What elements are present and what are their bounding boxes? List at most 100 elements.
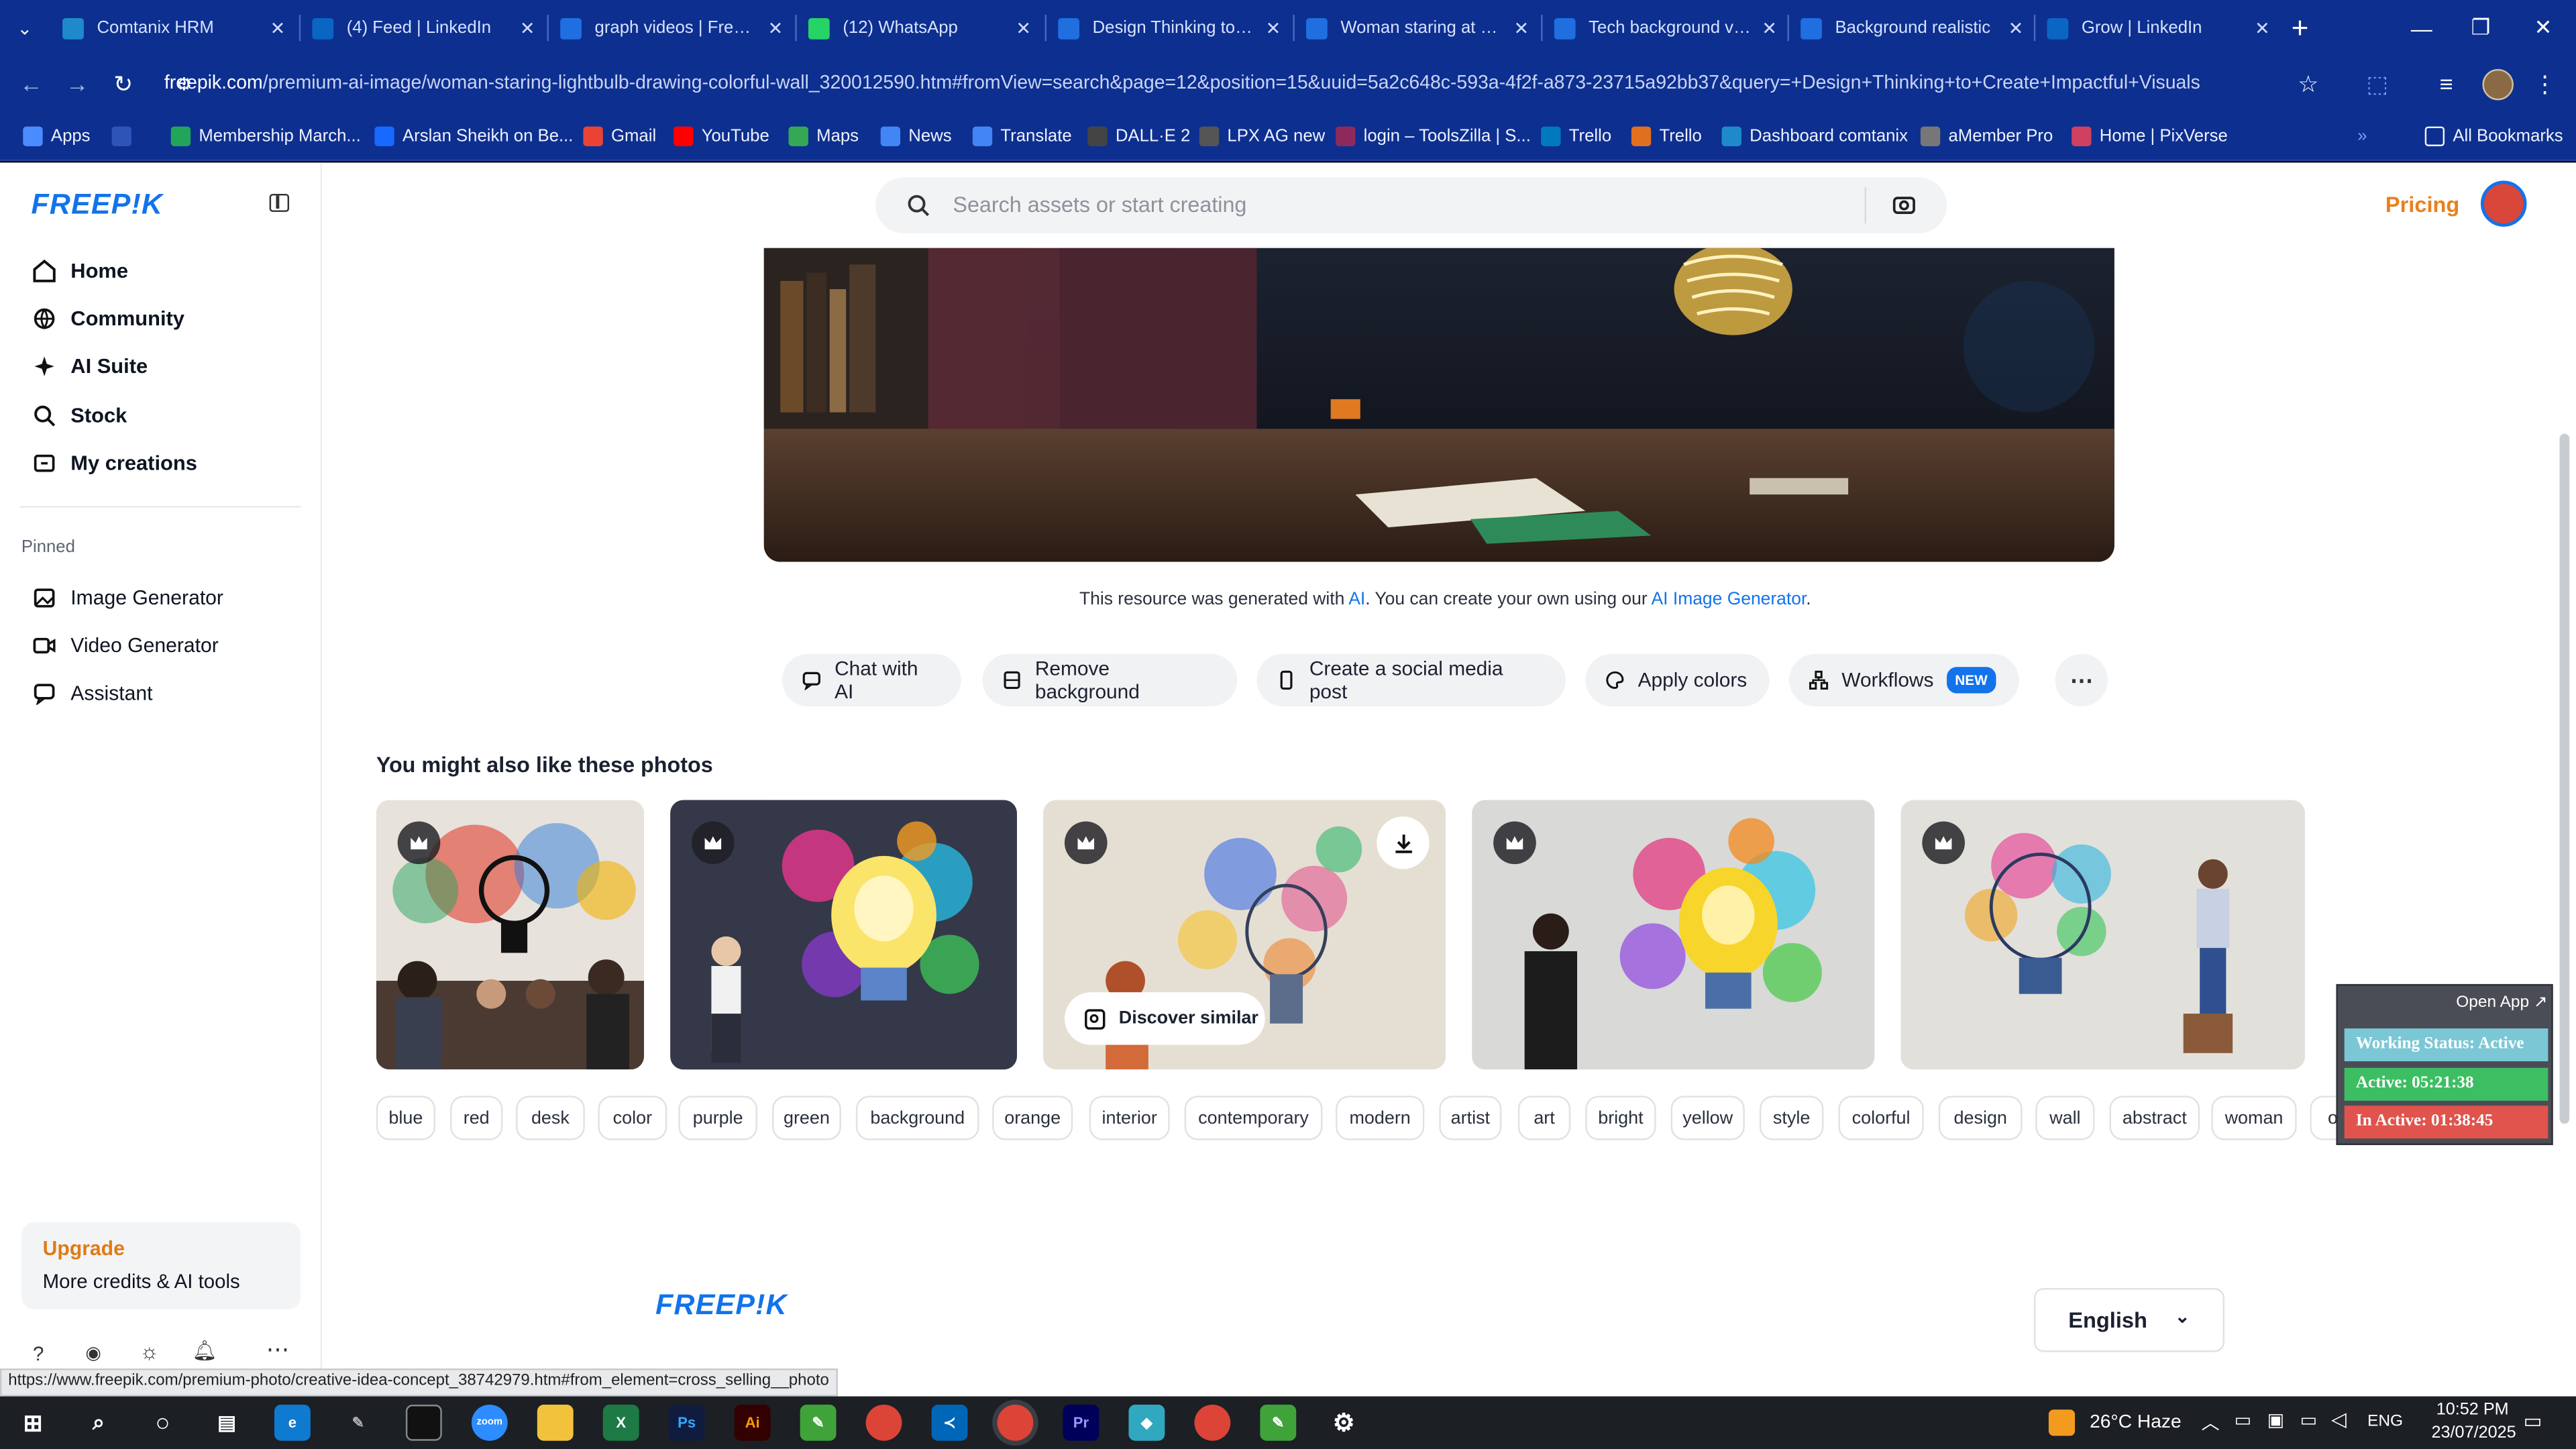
photoshop-icon[interactable]: Ps <box>668 1404 705 1441</box>
collapse-sidebar-icon[interactable] <box>269 193 290 212</box>
bookmark-3[interactable]: Arslan Sheikh on Be... <box>374 123 573 150</box>
bookmark-13[interactable]: Trello <box>1631 123 1702 150</box>
bookmark-1[interactable]: Apps <box>23 123 91 150</box>
extensions-icon[interactable]: ⬚ <box>2363 69 2392 99</box>
notification-icon[interactable]: 🔔︎ <box>193 1339 217 1362</box>
discord-icon[interactable]: ◉ <box>85 1342 101 1363</box>
tag-chip[interactable]: art <box>1517 1095 1571 1140</box>
bookmark-10[interactable]: LPX AG new <box>1199 123 1325 150</box>
app-green-icon[interactable]: ✎ <box>800 1404 837 1441</box>
premiere-icon[interactable]: Pr <box>1063 1404 1099 1441</box>
related-photo-2[interactable] <box>670 800 1017 1070</box>
tab-list-chevron-icon[interactable]: ⌄ <box>10 13 40 43</box>
all-bookmarks[interactable]: All Bookmarks <box>2424 123 2563 150</box>
tab-9[interactable]: Grow | LinkedIn ✕ <box>2047 0 2273 56</box>
tag-chip[interactable]: desk <box>515 1095 585 1140</box>
tray-chevron-icon[interactable]: ︿ <box>2202 1409 2220 1436</box>
help-icon[interactable]: ? <box>33 1342 44 1365</box>
media-control-icon[interactable]: ≡ <box>2431 69 2461 99</box>
tab-1[interactable]: Comtanix HRM ✕ <box>62 0 289 56</box>
tag-chip[interactable]: color <box>598 1095 667 1140</box>
close-tab-icon[interactable]: ✕ <box>2004 17 2027 38</box>
app-green-2-icon[interactable]: ✎ <box>1260 1404 1297 1441</box>
bookmark-12[interactable]: Trello <box>1541 123 1611 150</box>
pen-icon[interactable]: ✎ <box>340 1405 376 1441</box>
user-avatar[interactable] <box>2480 180 2527 227</box>
tag-chip[interactable]: background <box>855 1095 979 1140</box>
search-input[interactable]: Search assets or start creating <box>953 193 1246 217</box>
tab-3[interactable]: graph videos | Freepik ✕ <box>560 0 787 56</box>
bookmark-11[interactable]: login – ToolsZilla | S... <box>1336 123 1531 150</box>
chrome-icon[interactable] <box>865 1404 902 1441</box>
tag-chip[interactable]: design <box>1938 1095 2023 1140</box>
more-icon[interactable]: ⋯ <box>266 1336 289 1364</box>
app-blue-icon[interactable]: ◆ <box>1128 1404 1165 1441</box>
tag-chip[interactable]: green <box>772 1095 841 1140</box>
tag-chip[interactable]: modern <box>1336 1095 1425 1140</box>
tag-chip[interactable]: contemporary <box>1184 1095 1323 1140</box>
tab-7[interactable]: Tech background vec ✕ <box>1554 0 1781 56</box>
pinned-item-assistant[interactable]: Assistant <box>33 676 153 712</box>
tag-chip[interactable]: red <box>450 1095 503 1140</box>
notifications-icon[interactable]: ▭ <box>2524 1409 2542 1432</box>
tag-chip[interactable]: orange <box>992 1095 1073 1140</box>
bookmark-15[interactable]: aMember Pro <box>1920 123 2053 150</box>
search-bar[interactable]: Search assets or start creating <box>875 177 1947 233</box>
more-bookmarks-icon[interactable]: » <box>2357 123 2367 150</box>
excel-icon[interactable]: X <box>602 1404 639 1441</box>
bookmark-14[interactable]: Dashboard comtanix <box>1721 123 1908 150</box>
freepik-logo[interactable]: FREEP!K <box>32 187 164 221</box>
close-tab-icon[interactable]: ✕ <box>764 17 787 38</box>
tag-chip[interactable]: wall <box>2035 1095 2095 1140</box>
reload-icon[interactable]: ↻ <box>109 69 138 99</box>
close-tab-icon[interactable]: ✕ <box>266 17 289 38</box>
more-actions-button[interactable]: ⋯ <box>2055 653 2108 707</box>
input-language[interactable]: ENG <box>2367 1413 2403 1431</box>
ai-image-generator-link[interactable]: AI Image Generator <box>1652 590 1807 609</box>
main-image[interactable] <box>763 248 2114 562</box>
volume-icon[interactable]: ◁ <box>2331 1408 2347 1431</box>
bookmark-8[interactable]: Translate <box>972 123 1072 150</box>
open-app-link[interactable]: Open App ↗ <box>2456 994 2547 1012</box>
tag-chip[interactable]: colorful <box>1838 1095 1924 1140</box>
clock-date[interactable]: 23/07/2025 <box>2431 1424 2516 1442</box>
close-tab-icon[interactable]: ✕ <box>1262 17 1285 38</box>
camera-tray-icon[interactable]: ▭ <box>2235 1409 2251 1431</box>
vscode-icon[interactable]: ≺ <box>931 1404 968 1441</box>
file-explorer-icon[interactable] <box>537 1404 574 1441</box>
download-button[interactable] <box>1377 816 1430 869</box>
bookmark-4[interactable]: Gmail <box>583 123 656 150</box>
language-select[interactable]: English ⌄ <box>2033 1288 2224 1352</box>
display-tray-icon[interactable]: ▣ <box>2267 1409 2284 1431</box>
action-workflows-button[interactable]: Workflows NEW <box>1788 653 2019 707</box>
related-photo-1[interactable] <box>376 800 645 1070</box>
action-apply-colors-button[interactable]: Apply colors <box>1585 653 1770 707</box>
url-field[interactable]: freepik.com/premium-ai-image/woman-stari… <box>164 66 2333 102</box>
sidebar-item-my-creations[interactable]: My creations <box>33 445 197 482</box>
weather-text[interactable]: 26°C Haze <box>2090 1413 2182 1432</box>
sidebar-item-ai-suite[interactable]: AI Suite <box>33 348 148 384</box>
tag-chip[interactable]: purple <box>678 1095 757 1140</box>
edge-icon[interactable]: e <box>274 1404 311 1441</box>
tag-chip[interactable]: bright <box>1585 1095 1656 1140</box>
chrome-active-icon[interactable] <box>997 1404 1034 1441</box>
tag-chip[interactable]: woman <box>2211 1095 2297 1140</box>
illustrator-icon[interactable]: Ai <box>734 1404 771 1441</box>
tag-chip[interactable]: blue <box>376 1095 435 1140</box>
sidebar-item-community[interactable]: Community <box>33 301 184 337</box>
weather-icon[interactable] <box>2048 1409 2076 1436</box>
close-window-icon[interactable]: ✕ <box>2509 0 2576 56</box>
browser-menu-icon[interactable]: ⋮ <box>2530 69 2559 99</box>
cortana-icon[interactable]: ○ <box>145 1405 181 1441</box>
footer-logo[interactable]: FREEP!K <box>655 1288 788 1322</box>
related-photo-4[interactable] <box>1472 800 1875 1070</box>
zoom-icon[interactable]: zoom <box>471 1404 508 1441</box>
settings-icon[interactable]: ⚙ <box>1326 1405 1362 1441</box>
camera-icon[interactable] <box>1892 194 1915 215</box>
tab-4[interactable]: (12) WhatsApp ✕ <box>808 0 1035 56</box>
tab-8[interactable]: Background realistic ✕ <box>1801 0 2027 56</box>
forward-icon[interactable]: → <box>62 69 92 99</box>
tab-5[interactable]: Design Thinking to Cre ✕ <box>1058 0 1285 56</box>
clock-time[interactable]: 10:52 PM <box>2431 1401 2513 1419</box>
bookmark-6[interactable]: Maps <box>788 123 859 150</box>
